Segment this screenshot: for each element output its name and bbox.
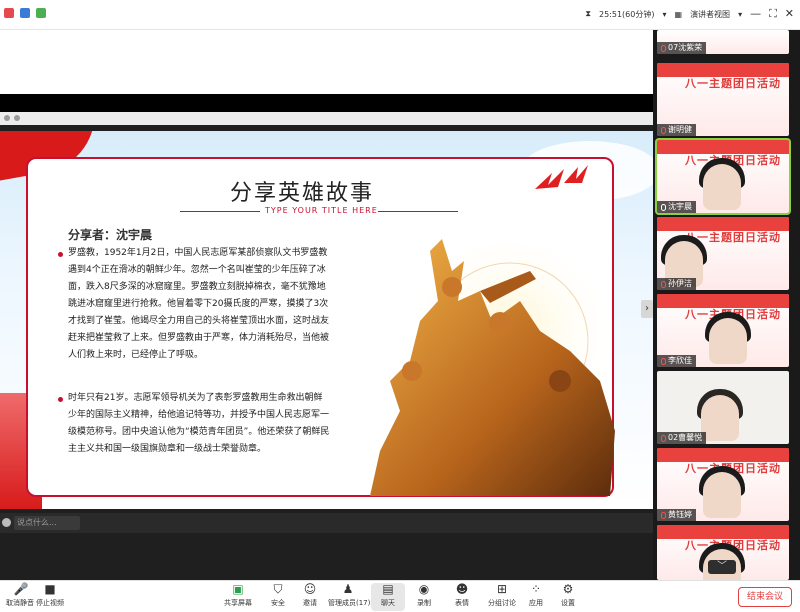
window-dot-icon [14, 115, 20, 121]
timer-dropdown-icon[interactable]: ▾ [662, 10, 666, 19]
mic-icon [661, 203, 666, 211]
view-dropdown-icon[interactable]: ▾ [738, 10, 742, 19]
slide-title: 分享英雄故事 [230, 181, 375, 206]
participant-name: 谢明健 [657, 124, 696, 136]
invite-button[interactable]: ☺ 邀请 [290, 583, 330, 611]
mic-muted-icon: 🎤 [13, 582, 29, 596]
presenter-window-bar [0, 112, 653, 125]
tile-banner: 八一主题团日活动 [685, 77, 781, 90]
video-tile-active[interactable]: 八一主题团日活动 沈宇晨 [655, 138, 791, 215]
story-paragraph: 罗盛教，1952年1月2日，中国人民志愿军某部侦察队文书罗盛教遇到4个正在滑冰的… [68, 248, 330, 360]
fullscreen-icon[interactable]: ⛶ [769, 8, 777, 20]
share-screen-button[interactable]: ▣ 共享屏幕 [218, 583, 258, 611]
chat-bar: 说点什么... [0, 513, 653, 533]
record-button[interactable]: ◉ 录制 [404, 583, 444, 611]
mic-muted-icon [661, 126, 666, 134]
top-controls: ⧗ 25:51(60分钟) ▾ ▦ 演讲者视图 ▾ — ⛶ ✕ [585, 8, 794, 20]
timer-icon: ⧗ [585, 9, 591, 18]
top-bar: ⧗ 25:51(60分钟) ▾ ▦ 演讲者视图 ▾ — ⛶ ✕ [0, 0, 800, 30]
mic-muted-icon [661, 44, 666, 52]
mic-muted-icon [661, 357, 666, 365]
participant-name: 李欣佳 [657, 355, 696, 367]
reaction-button[interactable]: ☻ 表情 [442, 583, 482, 611]
view-mode-button[interactable]: 演讲者视图 [690, 9, 730, 20]
video-tile[interactable]: 02曹馨悦 [657, 371, 789, 444]
end-meeting-button[interactable]: 结束会议 [737, 587, 792, 607]
meeting-timer: 25:51(60分钟) [599, 9, 655, 19]
bullet-icon [58, 252, 63, 257]
gallery-scroll-down-icon[interactable]: ﹀ [708, 560, 736, 574]
signal-icon[interactable] [36, 8, 46, 18]
meeting-toolbar: 🎤 取消静音 ■ 停止视频 ▣ 共享屏幕 ⛉ 安全 ☺ 邀请 ♟ 管理成员(17… [0, 580, 800, 612]
gallery-collapse-button[interactable]: › [641, 300, 653, 318]
video-tile[interactable]: 07沈紫荣 [657, 30, 789, 54]
title-divider [180, 211, 260, 212]
participant-name: 孙伊洁 [657, 278, 696, 290]
stop-video-button[interactable]: ■ 停止视频 [30, 583, 70, 611]
chat-icon: ▤ [382, 582, 394, 596]
video-tile[interactable]: 八一主题团日活动 李欣佳 [657, 294, 789, 367]
mic-muted-icon [661, 511, 666, 519]
hero-statue-image [370, 239, 615, 496]
minimize-icon[interactable]: — [750, 8, 761, 20]
participant-name: 07沈紫荣 [657, 42, 707, 54]
bullet-icon [58, 397, 63, 402]
title-divider [378, 211, 458, 212]
breakout-icon: ⊞ [496, 582, 508, 596]
window-dot-icon [4, 115, 10, 121]
settings-icon: ⚙ [562, 582, 574, 596]
invite-icon: ☺ [303, 582, 317, 596]
video-tile[interactable]: 八一主题团日活动 黄钰婷 [657, 448, 789, 521]
participant-name: 黄钰婷 [657, 509, 696, 521]
security-icon: ⛉ [273, 582, 283, 596]
participant-video [701, 395, 739, 441]
chat-input[interactable]: 说点什么... [14, 516, 80, 530]
status-icons [4, 8, 46, 18]
reaction-icon: ☻ [455, 582, 469, 596]
record-icon: ◉ [418, 582, 430, 596]
story-paragraph: 时年只有21岁。志愿军领导机关为了表彰罗盛教用生命救出朝鲜少年的国际主义精神，给… [68, 393, 330, 454]
share-screen-icon: ▣ [232, 582, 244, 596]
shared-screen-padding [0, 30, 653, 94]
shared-screen: 分享英雄故事 TYPE YOUR TITLE HERE 分享者：沈宇晨 罗盛教，… [0, 30, 653, 580]
mic-muted-icon [661, 280, 666, 288]
participant-name: 沈宇晨 [657, 201, 696, 213]
close-icon[interactable]: ✕ [785, 8, 794, 20]
shield-icon[interactable] [20, 8, 30, 18]
shared-screen-strip [0, 94, 653, 112]
participant-video [703, 472, 741, 518]
participants-icon: ♟ [342, 582, 354, 596]
participant-name: 02曹馨悦 [657, 432, 707, 444]
doves-icon [535, 165, 588, 189]
video-tile[interactable]: 八一主题团日活动 谢明健 [657, 63, 789, 136]
participant-video [703, 164, 741, 210]
participant-video [709, 318, 747, 364]
slide-subtitle: TYPE YOUR TITLE HERE [265, 206, 378, 215]
emoji-icon[interactable] [2, 518, 11, 527]
apps-icon: ⁘ [530, 582, 542, 596]
slide: 分享英雄故事 TYPE YOUR TITLE HERE 分享者：沈宇晨 罗盛教，… [0, 131, 653, 509]
video-tile[interactable]: 八一主题团日活动 孙伊洁 [657, 217, 789, 290]
mic-muted-icon [661, 434, 666, 442]
video-gallery: ︿ 07沈紫荣 八一主题团日活动 谢明健 八一主题团日活动 沈宇晨 八一主题团日… [653, 30, 800, 580]
view-icon: ▦ [674, 9, 683, 19]
participants-button[interactable]: ♟ 管理成员(17) [328, 582, 370, 611]
presenter-label: 分享者：沈宇晨 [68, 228, 153, 242]
alert-icon[interactable] [4, 8, 14, 18]
chat-button[interactable]: ▤ 聊天 [371, 583, 405, 611]
settings-button[interactable]: ⚙ 设置 [548, 583, 588, 611]
camera-icon: ■ [44, 582, 56, 596]
